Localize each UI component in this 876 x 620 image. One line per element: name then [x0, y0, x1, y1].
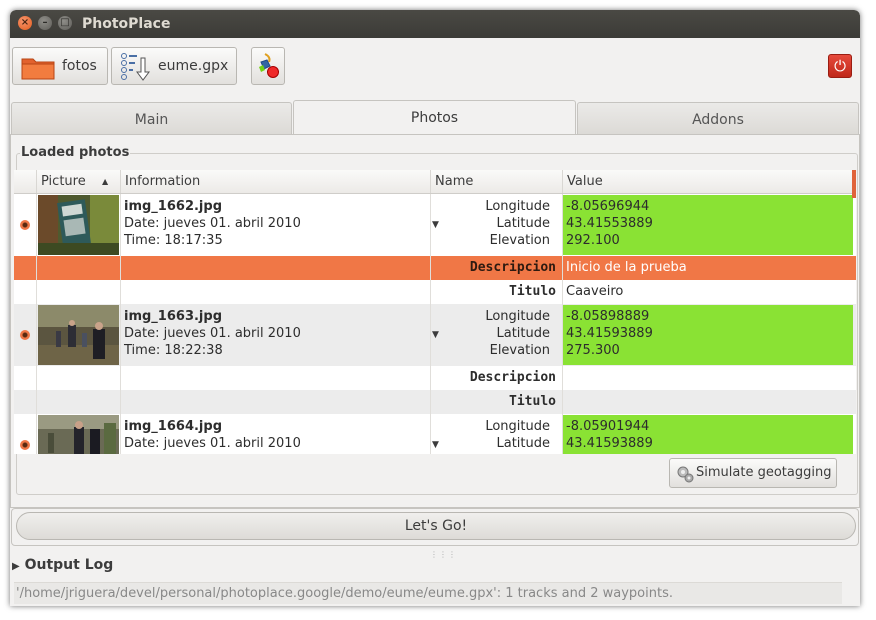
- simulate-geotagging-button[interactable]: Simulate geotagging: [669, 458, 837, 488]
- geotag-tool-icon: [259, 53, 279, 78]
- column-divider: [36, 194, 37, 454]
- tree-scrollbar[interactable]: [852, 170, 856, 198]
- attr-name-titulo: Titulo: [509, 394, 556, 409]
- folder-icon: [21, 58, 55, 80]
- toolbar: fotos eume.gpx: [10, 38, 860, 96]
- loaded-photos-title: Loaded photos: [20, 145, 131, 160]
- column-divider: [562, 194, 563, 454]
- minimize-window-button[interactable]: –: [38, 16, 52, 30]
- column-header-value[interactable]: Value: [562, 170, 856, 193]
- tab-main[interactable]: Main: [11, 102, 292, 134]
- photo-filename: img_1662.jpg: [124, 199, 222, 214]
- sort-ascending-icon: ▲: [102, 177, 109, 186]
- row-select-radio[interactable]: [20, 220, 30, 230]
- column-header-information[interactable]: Information: [120, 170, 430, 193]
- pane-resize-grip[interactable]: ⋮⋮⋮: [430, 550, 457, 559]
- photo-date: Date: jueves 01. abril 2010: [124, 216, 301, 231]
- attr-name-descripcion: Descripcion: [469, 260, 556, 275]
- attr-value-titulo[interactable]: Caaveiro: [566, 284, 623, 299]
- attr-name-descripcion: Descripcion: [469, 370, 556, 385]
- output-log-expander[interactable]: ▶ Output Log: [12, 557, 113, 573]
- expander-icon[interactable]: ▼: [432, 440, 439, 450]
- table-row[interactable]: img_1664.jpg Date: jueves 01. abril 2010…: [14, 414, 856, 454]
- attr-name-latitude: Latitude: [496, 326, 550, 341]
- attr-name-latitude: Latitude: [496, 216, 550, 231]
- column-header-name[interactable]: Name: [430, 170, 562, 193]
- table-row-selected[interactable]: Descripcion Inicio de la prueba: [14, 256, 856, 280]
- attr-name-latitude: Latitude: [496, 436, 550, 451]
- attr-name-titulo: Titulo: [509, 284, 556, 299]
- window-title: PhotoPlace: [82, 16, 171, 32]
- maximize-window-button[interactable]: □: [58, 16, 72, 30]
- quit-button[interactable]: ⏻: [828, 54, 852, 78]
- photo-date: Date: jueves 01. abril 2010: [124, 436, 301, 451]
- photo-thumbnail: [38, 415, 119, 454]
- gpx-file-button[interactable]: eume.gpx: [111, 47, 237, 85]
- row-select-radio[interactable]: [20, 330, 30, 340]
- expander-triangle-icon: ▶: [12, 561, 20, 572]
- attr-value-longitude[interactable]: -8.05696944: [566, 199, 649, 214]
- photo-thumbnail: [38, 305, 119, 365]
- tab-addons[interactable]: Addons: [577, 102, 859, 134]
- photo-time: Time: 18:22:38: [124, 343, 223, 358]
- attr-name-longitude: Longitude: [485, 419, 550, 434]
- row-select-radio[interactable]: [20, 440, 30, 450]
- gpx-file-label: eume.gpx: [158, 58, 229, 74]
- table-row[interactable]: Titulo: [14, 390, 856, 414]
- column-header-select[interactable]: [14, 170, 36, 193]
- attr-name-elevation: Elevation: [489, 343, 550, 358]
- close-window-button[interactable]: ×: [18, 16, 32, 30]
- tree-header: Picture ▲ Information Name Value: [14, 170, 856, 194]
- photos-tree-view[interactable]: Picture ▲ Information Name Value img_166…: [14, 170, 856, 454]
- geotag-tool-button[interactable]: [251, 47, 285, 85]
- gpx-file-icon: [121, 53, 150, 81]
- simulate-geotagging-label: Simulate geotagging: [696, 465, 832, 480]
- column-divider: [120, 194, 121, 454]
- photo-date: Date: jueves 01. abril 2010: [124, 326, 301, 341]
- tab-bar: Main Photos Addons: [10, 100, 860, 135]
- lets-go-button[interactable]: Let's Go!: [16, 512, 856, 540]
- photo-time: Time: 18:17:35: [124, 233, 223, 248]
- output-log-label: Output Log: [24, 557, 114, 573]
- table-row[interactable]: Titulo Caaveiro: [14, 280, 856, 304]
- attr-value-longitude[interactable]: -8.05898889: [566, 309, 649, 324]
- expander-icon[interactable]: ▼: [432, 220, 439, 230]
- attr-value-elevation[interactable]: 292.100: [566, 233, 620, 248]
- table-row[interactable]: img_1662.jpg Date: jueves 01. abril 2010…: [14, 194, 856, 256]
- attr-value-descripcion[interactable]: Inicio de la prueba: [566, 260, 687, 275]
- column-header-picture-label: Picture: [41, 174, 86, 189]
- expander-icon[interactable]: ▼: [432, 330, 439, 340]
- attr-value-longitude[interactable]: -8.05901944: [566, 419, 649, 434]
- attr-value-latitude[interactable]: 43.41593889: [566, 436, 653, 451]
- photos-folder-label: fotos: [62, 58, 97, 74]
- attr-name-longitude: Longitude: [485, 199, 550, 214]
- attr-value-elevation[interactable]: 275.300: [566, 343, 620, 358]
- photo-filename: img_1664.jpg: [124, 419, 222, 434]
- status-bar: '/home/jriguera/devel/personal/photoplac…: [14, 582, 842, 604]
- table-row[interactable]: Descripcion: [14, 366, 856, 390]
- photo-thumbnail: [38, 195, 119, 255]
- attr-name-longitude: Longitude: [485, 309, 550, 324]
- table-row[interactable]: img_1663.jpg Date: jueves 01. abril 2010…: [14, 304, 856, 366]
- column-header-picture[interactable]: Picture ▲: [36, 170, 120, 193]
- photos-folder-button[interactable]: fotos: [12, 47, 108, 85]
- power-icon: ⏻: [834, 57, 846, 75]
- title-bar: × – □ PhotoPlace: [10, 10, 860, 38]
- gears-icon: [677, 466, 694, 483]
- column-divider: [430, 194, 431, 454]
- attr-name-elevation: Elevation: [489, 233, 550, 248]
- photo-filename: img_1663.jpg: [124, 309, 222, 324]
- tab-photos[interactable]: Photos: [293, 100, 576, 135]
- app-window: × – □ PhotoPlace fotos eume.gpx ⏻ Main P…: [10, 10, 860, 606]
- attr-value-latitude[interactable]: 43.41553889: [566, 216, 653, 231]
- attr-value-latitude[interactable]: 43.41593889: [566, 326, 653, 341]
